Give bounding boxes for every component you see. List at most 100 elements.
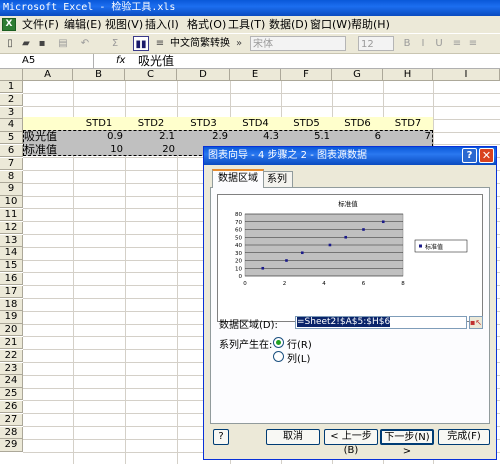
menu-edit[interactable]: 编辑(E) <box>64 16 102 34</box>
row-header[interactable]: 11 <box>0 209 23 222</box>
row-header[interactable]: 9 <box>0 183 23 196</box>
cell-a5[interactable]: 吸光值 <box>24 131 73 143</box>
row-header[interactable]: 18 <box>0 298 23 311</box>
menu-file[interactable]: 文件(F) <box>22 16 59 34</box>
menu-format[interactable]: 格式(O) <box>187 16 226 34</box>
row-header[interactable]: 19 <box>0 311 23 324</box>
fx-icon[interactable]: fx <box>116 54 125 68</box>
cancel-button[interactable]: 取消 <box>266 429 320 445</box>
column-header[interactable]: F <box>281 69 332 81</box>
cell-g4[interactable]: STD6 <box>332 118 383 130</box>
row-header[interactable]: 4 <box>0 119 23 132</box>
chart-wizard-icon[interactable]: ▮▮ <box>133 36 149 51</box>
row-header[interactable]: 26 <box>0 401 23 414</box>
row-header[interactable]: 3 <box>0 106 23 119</box>
next-button[interactable]: 下一步(N) > <box>380 429 434 457</box>
column-header[interactable]: H <box>383 69 433 81</box>
wizard-help-button[interactable]: ? <box>213 429 229 445</box>
row-header[interactable]: 17 <box>0 285 23 298</box>
range-input[interactable]: =Sheet2!$A$5:$H$6 <box>295 316 467 329</box>
cell-c6[interactable]: 20 <box>125 144 177 156</box>
row-header[interactable]: 27 <box>0 413 23 426</box>
row-header[interactable]: 23 <box>0 362 23 375</box>
row-header[interactable]: 6 <box>0 145 23 158</box>
menu-view[interactable]: 视图(V) <box>105 16 143 34</box>
column-header[interactable]: G <box>332 69 383 81</box>
row-header[interactable]: 24 <box>0 375 23 388</box>
row-header[interactable]: 20 <box>0 324 23 337</box>
column-header[interactable]: E <box>230 69 281 81</box>
tab-series[interactable]: 系列 <box>261 171 293 187</box>
row-header[interactable]: 13 <box>0 234 23 247</box>
size-select[interactable]: 12 <box>358 36 394 51</box>
cell-c4[interactable]: STD2 <box>125 118 177 130</box>
cell-b5[interactable]: 0.9 <box>73 131 125 143</box>
radio-rows[interactable] <box>273 337 284 348</box>
undo-icon[interactable]: ↶ <box>78 36 92 51</box>
finish-button[interactable]: 完成(F) <box>438 429 490 445</box>
cell-f4[interactable]: STD5 <box>281 118 332 130</box>
row-header[interactable]: 29 <box>0 439 23 452</box>
back-button[interactable]: < 上一步(B) <box>324 429 378 456</box>
column-header[interactable]: I <box>433 69 500 81</box>
cell-d4[interactable]: STD3 <box>177 118 230 130</box>
name-box[interactable]: A5 <box>0 54 94 68</box>
convert-icon[interactable]: ≡ <box>153 36 167 51</box>
align-left-icon[interactable]: ≡ <box>450 36 464 51</box>
cell-a6[interactable]: 标准值 <box>24 144 73 156</box>
row-header[interactable]: 8 <box>0 170 23 183</box>
menu-tools[interactable]: 工具(T) <box>228 16 265 34</box>
row-header[interactable]: 15 <box>0 260 23 273</box>
cell-e5[interactable]: 4.3 <box>230 131 281 143</box>
column-header[interactable]: D <box>177 69 230 81</box>
menu-window[interactable]: 窗口(W) <box>310 16 351 34</box>
cell-h5[interactable]: 7 <box>383 131 433 143</box>
cell-c5[interactable]: 2.1 <box>125 131 177 143</box>
row-header[interactable]: 1 <box>0 81 23 94</box>
radio-columns[interactable] <box>273 351 284 362</box>
cell-b4[interactable]: STD1 <box>73 118 125 130</box>
menu-insert[interactable]: 插入(I) <box>145 16 179 34</box>
menu-data[interactable]: 数据(D) <box>269 16 308 34</box>
formula-input[interactable]: 吸光值 <box>138 54 174 68</box>
select-all-corner[interactable] <box>0 69 23 81</box>
row-header[interactable]: 2 <box>0 93 23 106</box>
underline-icon[interactable]: U <box>432 36 446 51</box>
cell-b6[interactable]: 10 <box>73 144 125 156</box>
radio-rows-label[interactable]: 行(R) <box>287 336 312 351</box>
save-icon[interactable]: ▪ <box>35 36 49 51</box>
row-header[interactable]: 22 <box>0 349 23 362</box>
font-select[interactable]: 宋体 <box>250 36 346 51</box>
convert-label[interactable]: 中文简繁转换 <box>168 36 232 51</box>
cell-e4[interactable]: STD4 <box>230 118 281 130</box>
toolbar-options-icon[interactable]: » <box>232 36 246 51</box>
bold-icon[interactable]: B <box>400 36 414 51</box>
radio-columns-label[interactable]: 列(L) <box>287 350 310 365</box>
column-header[interactable]: A <box>23 69 73 81</box>
row-header[interactable]: 16 <box>0 273 23 286</box>
row-header[interactable]: 25 <box>0 388 23 401</box>
cell-f5[interactable]: 5.1 <box>281 131 332 143</box>
row-header[interactable]: 21 <box>0 337 23 350</box>
open-icon[interactable]: ▰ <box>19 36 33 51</box>
italic-icon[interactable]: I <box>416 36 430 51</box>
column-header[interactable]: C <box>125 69 177 81</box>
help-icon[interactable]: ? <box>462 148 477 163</box>
row-header[interactable]: 10 <box>0 196 23 209</box>
new-icon[interactable]: ▯ <box>3 36 17 51</box>
align-center-icon[interactable]: ≡ <box>466 36 480 51</box>
close-icon[interactable]: ✕ <box>479 148 494 163</box>
row-header[interactable]: 12 <box>0 221 23 234</box>
cell-h4[interactable]: STD7 <box>383 118 433 130</box>
tab-data-range[interactable]: 数据区域 <box>212 169 264 188</box>
cell-g5[interactable]: 6 <box>332 131 383 143</box>
row-header[interactable]: 28 <box>0 426 23 439</box>
row-header[interactable]: 14 <box>0 247 23 260</box>
print-icon[interactable]: ▤ <box>56 36 70 51</box>
row-header[interactable]: 5 <box>0 132 23 145</box>
cell-d5[interactable]: 2.9 <box>177 131 230 143</box>
autosum-icon[interactable]: Σ <box>108 36 122 51</box>
collapse-dialog-icon[interactable]: ▪↖ <box>469 316 483 329</box>
menu-help[interactable]: 帮助(H) <box>351 16 390 34</box>
row-header[interactable]: 7 <box>0 157 23 170</box>
